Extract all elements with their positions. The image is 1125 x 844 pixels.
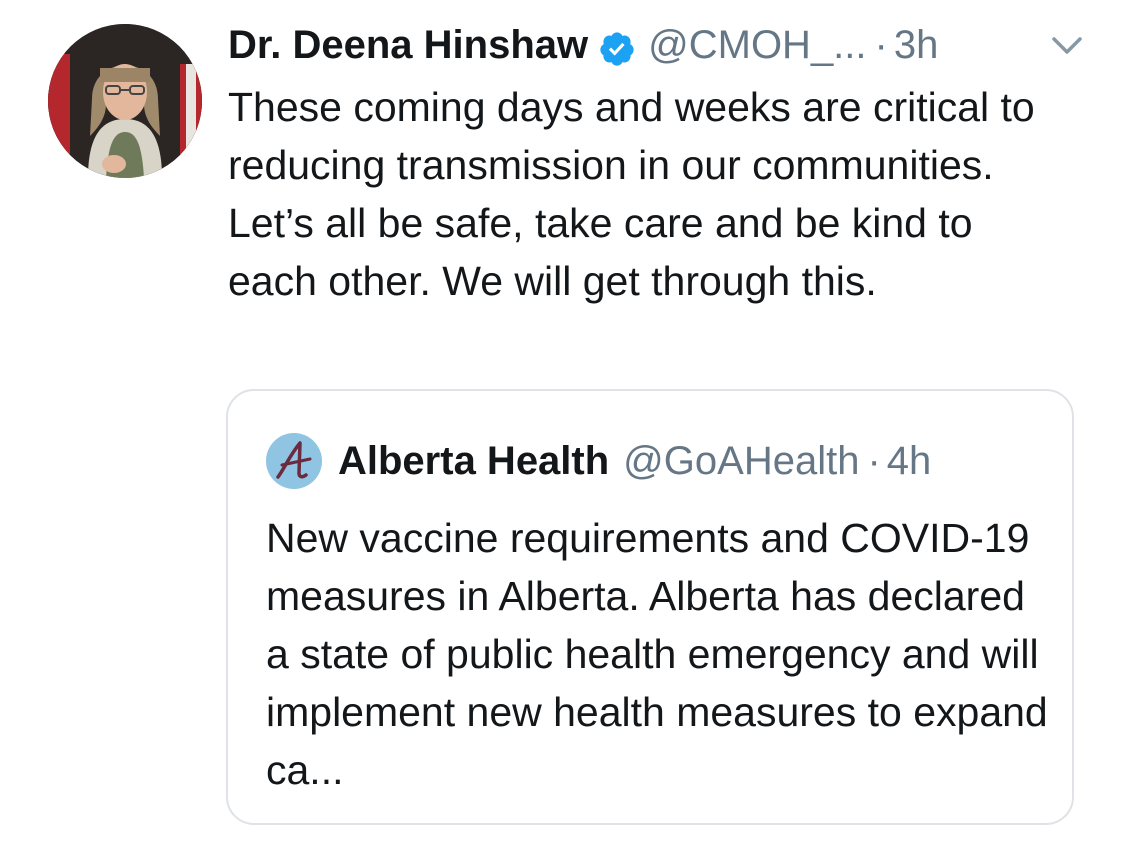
quoted-tweet-header: Alberta Health @GoAHealth · 4h — [266, 431, 931, 491]
quoted-separator-dot: · — [867, 438, 881, 483]
quoted-tweet-time[interactable]: 4h — [887, 439, 932, 484]
verified-badge-icon — [598, 26, 636, 66]
separator-dot: · — [874, 23, 888, 67]
author-handle[interactable]: @CMOH_... — [648, 16, 866, 74]
author-name[interactable]: Dr. Deena Hinshaw — [228, 16, 588, 74]
quoted-author-handle[interactable]: @GoAHealth — [623, 439, 859, 484]
tweet[interactable]: Dr. Deena Hinshaw @CMOH_... · 3h These c… — [0, 0, 1125, 844]
chevron-down-icon[interactable] — [1046, 24, 1088, 66]
quoted-tweet[interactable]: Alberta Health @GoAHealth · 4h New vacci… — [226, 389, 1074, 825]
tweet-time[interactable]: 3h — [894, 16, 939, 74]
alberta-logo[interactable] — [266, 433, 322, 489]
author-avatar[interactable] — [48, 24, 202, 178]
tweet-header: Dr. Deena Hinshaw @CMOH_... · 3h — [228, 16, 1088, 74]
quoted-author-name[interactable]: Alberta Health — [338, 439, 609, 484]
quoted-tweet-text: New vaccine requirements and COVID-19 me… — [266, 515, 1048, 793]
tweet-text: These coming days and weeks are critical… — [228, 84, 1035, 304]
